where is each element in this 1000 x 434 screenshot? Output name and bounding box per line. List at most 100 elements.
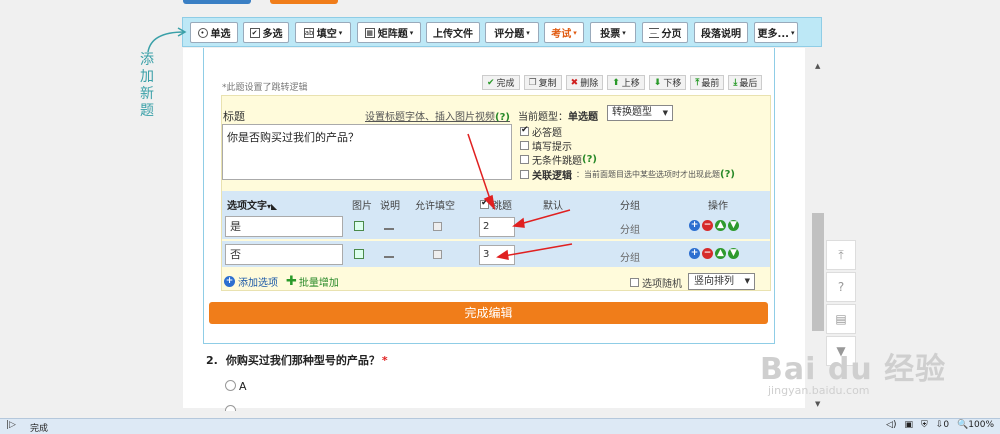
remove-row-icon[interactable]: −	[702, 220, 713, 231]
jump-target-input[interactable]: 3	[479, 245, 515, 265]
option-text-input[interactable]: 否	[225, 244, 343, 265]
help-icon[interactable]: (?)	[720, 169, 735, 180]
check-icon: ✔	[487, 77, 495, 88]
description-icon[interactable]	[384, 249, 394, 258]
move-down-action[interactable]: ⬇ 下移	[648, 75, 687, 90]
more-button[interactable]: 更多... ▾	[754, 22, 798, 43]
linked-logic-checkbox[interactable]: 关联逻辑 ：当前面题目选中某些选项时才出现此题 (?)	[520, 167, 735, 182]
move-up-action[interactable]: ⬆ 上移	[607, 75, 645, 90]
jump-target-input[interactable]: 2	[479, 217, 515, 237]
group-cell[interactable]: 分组	[620, 249, 640, 264]
unconditional-jump-checkbox[interactable]: 无条件跳题 (?)	[520, 152, 597, 167]
remove-row-icon[interactable]: −	[702, 248, 713, 259]
row-operations: + − ▲ ▼	[689, 248, 739, 259]
option-text-header[interactable]: 选项文字▾◣	[227, 197, 277, 212]
desc-header: 说明	[380, 201, 400, 212]
top-tab-blue[interactable]	[183, 0, 251, 4]
checkbox-icon[interactable]	[520, 155, 529, 164]
delete-action[interactable]: ✖ 删除	[565, 75, 604, 90]
image-icon[interactable]	[354, 221, 364, 231]
vote-button[interactable]: 投票 ▾	[590, 22, 636, 43]
add-row-icon[interactable]: +	[689, 220, 700, 231]
caret-down-icon: ▾	[409, 28, 414, 37]
finish-edit-button[interactable]: 完成编辑	[209, 302, 768, 324]
status-page-icon: |▷	[6, 420, 16, 430]
checkbox-icon[interactable]	[630, 278, 639, 287]
move-bottom-action[interactable]: ⤓ 最后	[728, 75, 763, 90]
multi-choice-button[interactable]: ✔ 多选	[243, 22, 289, 43]
help-icon[interactable]: ?	[826, 272, 856, 302]
title-textarea[interactable]: 你是否购买过我们的产品？	[222, 124, 512, 180]
move-down-icon[interactable]: ▼	[728, 248, 739, 259]
description-icon[interactable]	[384, 221, 394, 230]
convert-type-select[interactable]: 转换题型 ▼	[607, 105, 673, 121]
question-actions: ✔ 完成 ❐ 复制 ✖ 删除 ⬆ 上移 ⬇ 下移 ⤒ 最前 ⤓ 最后	[482, 75, 763, 90]
rating-button[interactable]: 评分题 ▾	[485, 22, 539, 43]
allow-fill-checkbox[interactable]	[433, 222, 442, 231]
matrix-button[interactable]: ▦ 矩阵题 ▾	[357, 22, 421, 43]
move-down-icon[interactable]: ▼	[728, 220, 739, 231]
exam-button[interactable]: 考试 ▾	[544, 22, 584, 43]
feedback-icon[interactable]: ▤	[826, 304, 856, 334]
copy-action[interactable]: ❐ 复制	[523, 75, 562, 90]
title-label: 标题	[223, 110, 245, 123]
scroll-down-icon[interactable]: ▼	[815, 400, 820, 408]
image-icon[interactable]	[354, 249, 364, 259]
bulk-add-link[interactable]: ✚ 批量增加	[286, 274, 339, 289]
speaker-icon[interactable]: ◁)	[886, 420, 896, 430]
checkbox-checked-icon[interactable]	[520, 125, 529, 136]
arrange-select[interactable]: 竖向排列 ▼	[688, 273, 755, 290]
status-bar: |▷ 完成 ◁) ▣ ⛨ ⇩0 🔍100%	[0, 418, 1000, 434]
checkbox-icon[interactable]	[520, 141, 529, 150]
jump-header[interactable]: 跳题	[480, 197, 512, 212]
move-up-icon[interactable]: ▲	[715, 220, 726, 231]
scroll-up-icon[interactable]: ▲	[815, 62, 820, 70]
arrow-down-icon: ⬇	[653, 77, 662, 88]
help-icon[interactable]: (?)	[495, 112, 510, 123]
option-text-input[interactable]: 是	[225, 216, 343, 237]
radio-option-a[interactable]	[225, 380, 236, 391]
question-type-toolbar: • 单选 ✔ 多选 ab 填空 ▾ ▦ 矩阵题 ▾ 上传文件 评分题 ▾ 考试 ▾ 投票 ▾ — 分…	[182, 17, 822, 47]
title-font-media-link[interactable]: 设置标题字体、插入图片视频(?)	[365, 108, 510, 123]
image-header: 图片	[352, 201, 372, 212]
handwritten-arrow-icon	[147, 27, 187, 53]
zoom-level[interactable]: 🔍100%	[957, 420, 994, 430]
radio-option-b[interactable]	[225, 405, 236, 411]
page-break-button[interactable]: — 分页	[642, 22, 688, 43]
paragraph-note-button[interactable]: 段落说明	[694, 22, 748, 43]
single-choice-button[interactable]: • 单选	[190, 22, 238, 43]
allow-fill-checkbox[interactable]	[433, 250, 442, 259]
upload-file-button[interactable]: 上传文件	[426, 22, 480, 43]
default-header: 默认	[543, 201, 563, 212]
random-options-checkbox[interactable]: 选项随机	[630, 275, 682, 290]
download-count[interactable]: ⇩0	[936, 420, 949, 430]
help-icon[interactable]: (?)	[582, 154, 597, 165]
current-type: 当前题型：单选题	[518, 112, 598, 123]
caret-down-icon: ▾	[622, 28, 626, 37]
arrow-bottom-icon: ⤓	[733, 77, 738, 88]
group-header: 分组	[620, 201, 640, 212]
arrow-top-icon: ⤒	[695, 77, 700, 88]
question-2-title: 2. 你购买过我们那种型号的产品？ *	[206, 354, 388, 367]
scrollbar-thumb[interactable]	[812, 213, 824, 331]
sort-icon: ▾◣	[267, 202, 278, 211]
jump-logic-note: *此题设置了跳转逻辑	[222, 83, 308, 93]
back-to-top-icon[interactable]: ⤒	[826, 240, 856, 270]
move-up-icon[interactable]: ▲	[715, 248, 726, 259]
fill-blank-button[interactable]: ab 填空 ▾	[295, 22, 351, 43]
required-checkbox[interactable]: 必答题	[520, 124, 562, 139]
checkbox-checked-icon[interactable]	[480, 198, 489, 209]
move-top-action[interactable]: ⤒ 最前	[690, 75, 725, 90]
shield-icon[interactable]: ⛨	[921, 420, 928, 430]
baidu-watermark: Bai du 经验	[760, 352, 947, 387]
fill-hint-checkbox[interactable]: 填写提示	[520, 138, 572, 153]
radio-icon: •	[197, 27, 208, 38]
add-row-icon[interactable]: +	[689, 248, 700, 259]
add-option-link[interactable]: + 添加选项	[224, 274, 278, 289]
group-cell[interactable]: 分组	[620, 221, 640, 236]
checkbox-icon[interactable]	[520, 170, 529, 179]
done-action[interactable]: ✔ 完成	[482, 75, 520, 90]
ops-header: 操作	[708, 201, 728, 212]
device-icon[interactable]: ▣	[904, 420, 913, 430]
top-tab-orange[interactable]	[270, 0, 338, 4]
